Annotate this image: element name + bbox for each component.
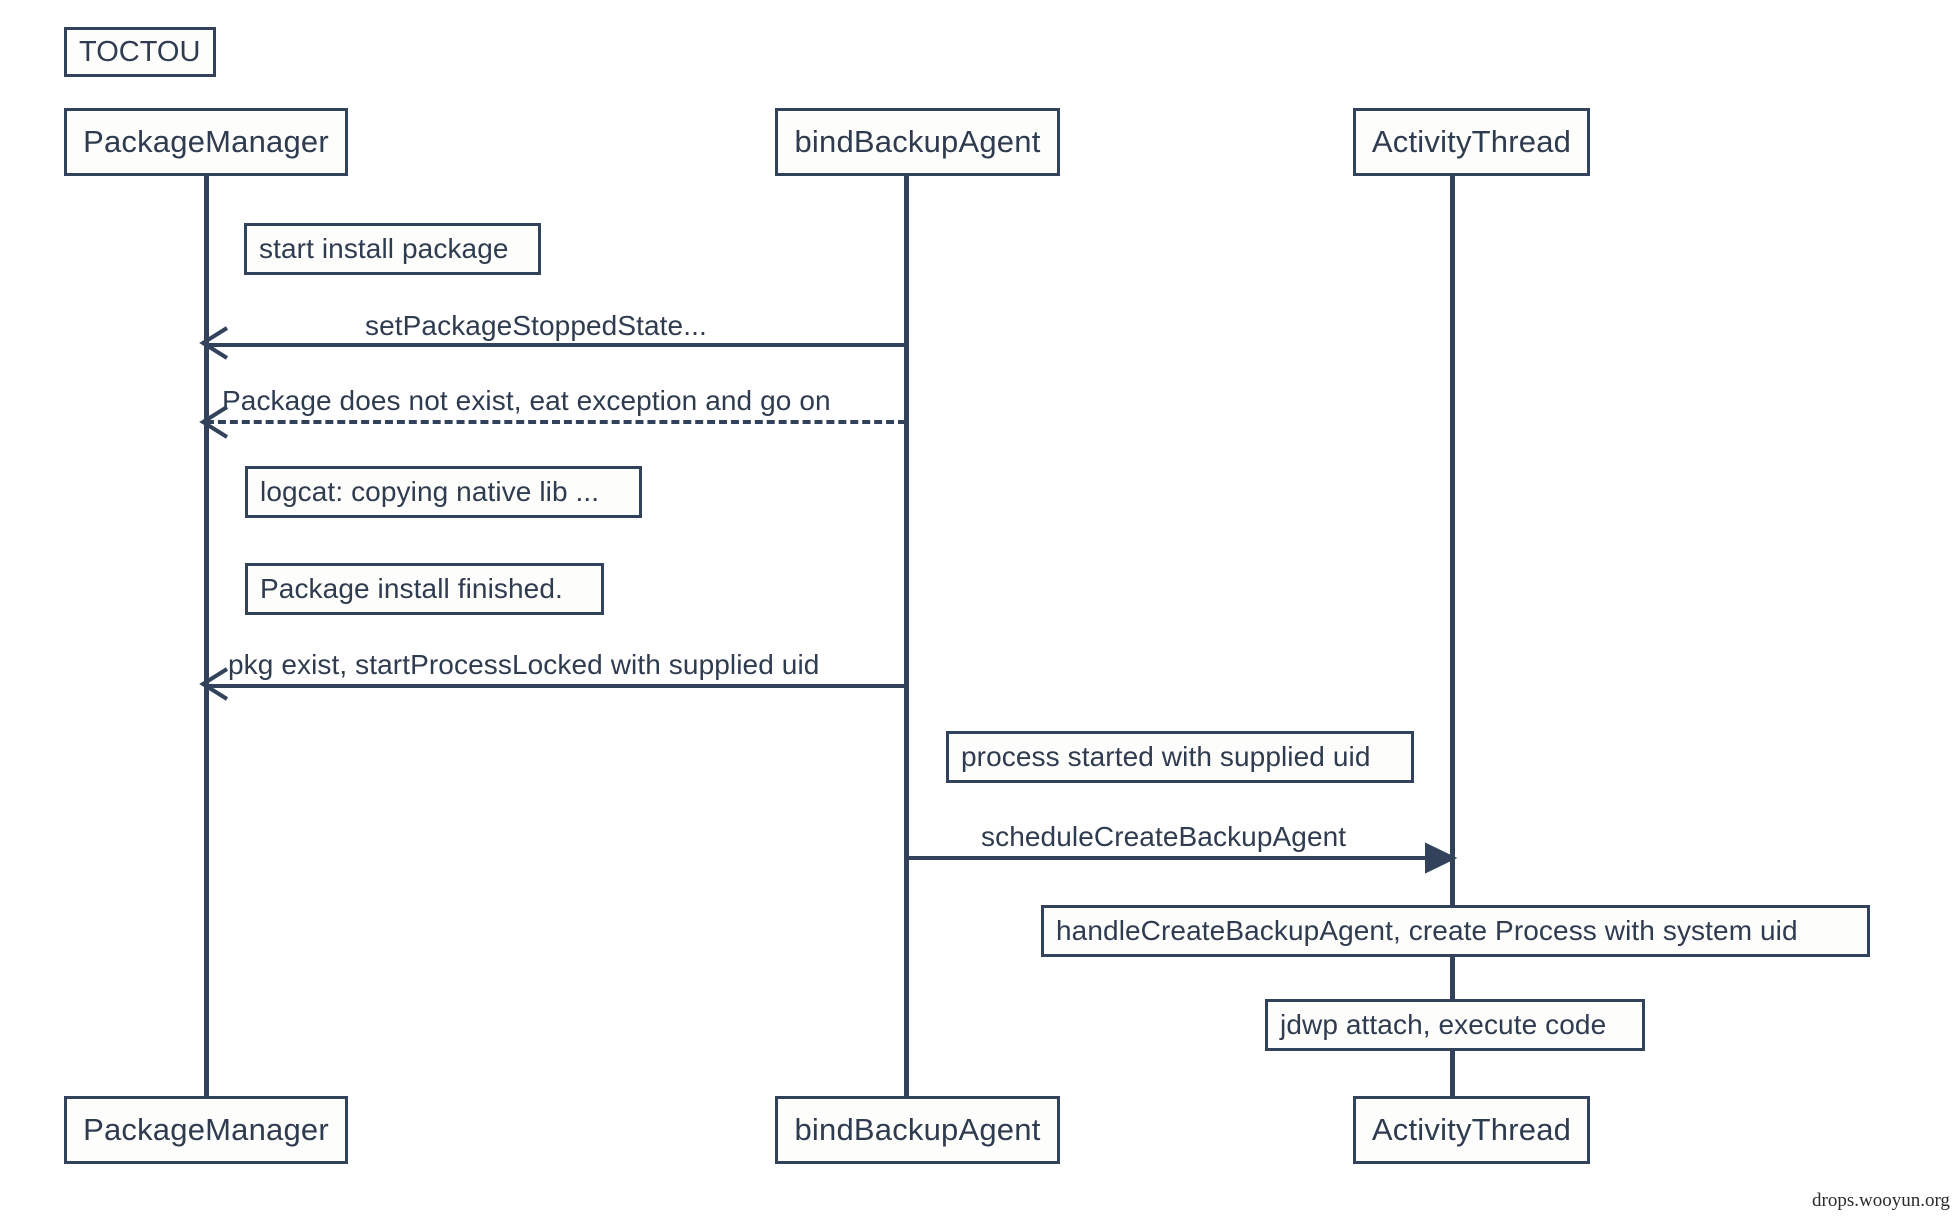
participant-bottom-packagemanager[interactable]: PackageManager: [64, 1096, 348, 1164]
lifeline-activitythread: [1450, 175, 1455, 1100]
message-label-schedule-create-backup-agent: scheduleCreateBackupAgent: [981, 821, 1346, 853]
message-label-text: scheduleCreateBackupAgent: [981, 821, 1347, 852]
message-line-schedule-create-backup-agent: [906, 856, 1452, 860]
message-label-text: setPackageStoppedState...: [365, 310, 707, 341]
note-text: start install package: [259, 233, 509, 264]
note-logcat-copying-native-lib: logcat: copying native lib ...: [245, 466, 642, 518]
lifeline-packagemanager: [204, 175, 209, 1100]
message-line-pkg-exist-start-process: [206, 684, 906, 688]
note-jdwp-attach-execute-code: jdwp attach, execute code: [1265, 999, 1645, 1051]
arrowhead-left-package-does-not-exist: [197, 405, 231, 439]
message-line-package-does-not-exist: [206, 420, 906, 424]
watermark: drops.wooyun.org: [1812, 1190, 1950, 1212]
note-text: logcat: copying native lib ...: [260, 476, 600, 507]
message-label-text: Package does not exist, eat exception an…: [222, 385, 831, 416]
note-process-started-with-supplied-uid: process started with supplied uid: [946, 731, 1414, 783]
participant-bottom-activitythread[interactable]: ActivityThread: [1353, 1096, 1590, 1164]
participant-label: PackageManager: [83, 124, 329, 159]
arrowhead-left-pkg-exist-start-process: [197, 667, 231, 701]
participant-label: PackageManager: [83, 1112, 329, 1147]
diagram-title: TOCTOU: [79, 35, 201, 68]
message-label-text: pkg exist, startProcessLocked with suppl…: [228, 649, 820, 680]
note-start-install-package: start install package: [244, 223, 541, 275]
arrowhead-left-set-package-stopped-state: [197, 326, 231, 360]
note-text: handleCreateBackupAgent, create Process …: [1056, 915, 1798, 946]
message-label-set-package-stopped-state: setPackageStoppedState...: [365, 310, 707, 342]
note-package-install-finished: Package install finished.: [245, 563, 604, 615]
note-text: process started with supplied uid: [961, 741, 1371, 772]
participant-bottom-bindbackupagent[interactable]: bindBackupAgent: [775, 1096, 1060, 1164]
participant-label: bindBackupAgent: [794, 1112, 1041, 1147]
note-text: Package install finished.: [260, 573, 563, 604]
participant-top-packagemanager[interactable]: PackageManager: [64, 108, 348, 176]
message-label-package-does-not-exist: Package does not exist, eat exception an…: [222, 385, 831, 417]
watermark-text: drops.wooyun.org: [1812, 1190, 1950, 1211]
participant-top-activitythread[interactable]: ActivityThread: [1353, 108, 1590, 176]
note-handle-create-backup-agent: handleCreateBackupAgent, create Process …: [1041, 905, 1870, 957]
diagram-title-box: TOCTOU: [64, 27, 216, 77]
lifeline-bindbackupagent: [904, 175, 909, 1100]
participant-label: ActivityThread: [1371, 1112, 1572, 1147]
message-line-set-package-stopped-state: [206, 343, 906, 347]
participant-top-bindbackupagent[interactable]: bindBackupAgent: [775, 108, 1060, 176]
arrowhead-right-schedule-create-backup-agent: [1424, 841, 1458, 875]
participant-label: bindBackupAgent: [794, 124, 1041, 159]
note-text: jdwp attach, execute code: [1280, 1009, 1607, 1040]
sequence-diagram-canvas: TOCTOU PackageManager bindBackupAgent Ac…: [0, 0, 1958, 1222]
message-label-pkg-exist-start-process: pkg exist, startProcessLocked with suppl…: [228, 649, 819, 681]
participant-label: ActivityThread: [1371, 124, 1572, 159]
